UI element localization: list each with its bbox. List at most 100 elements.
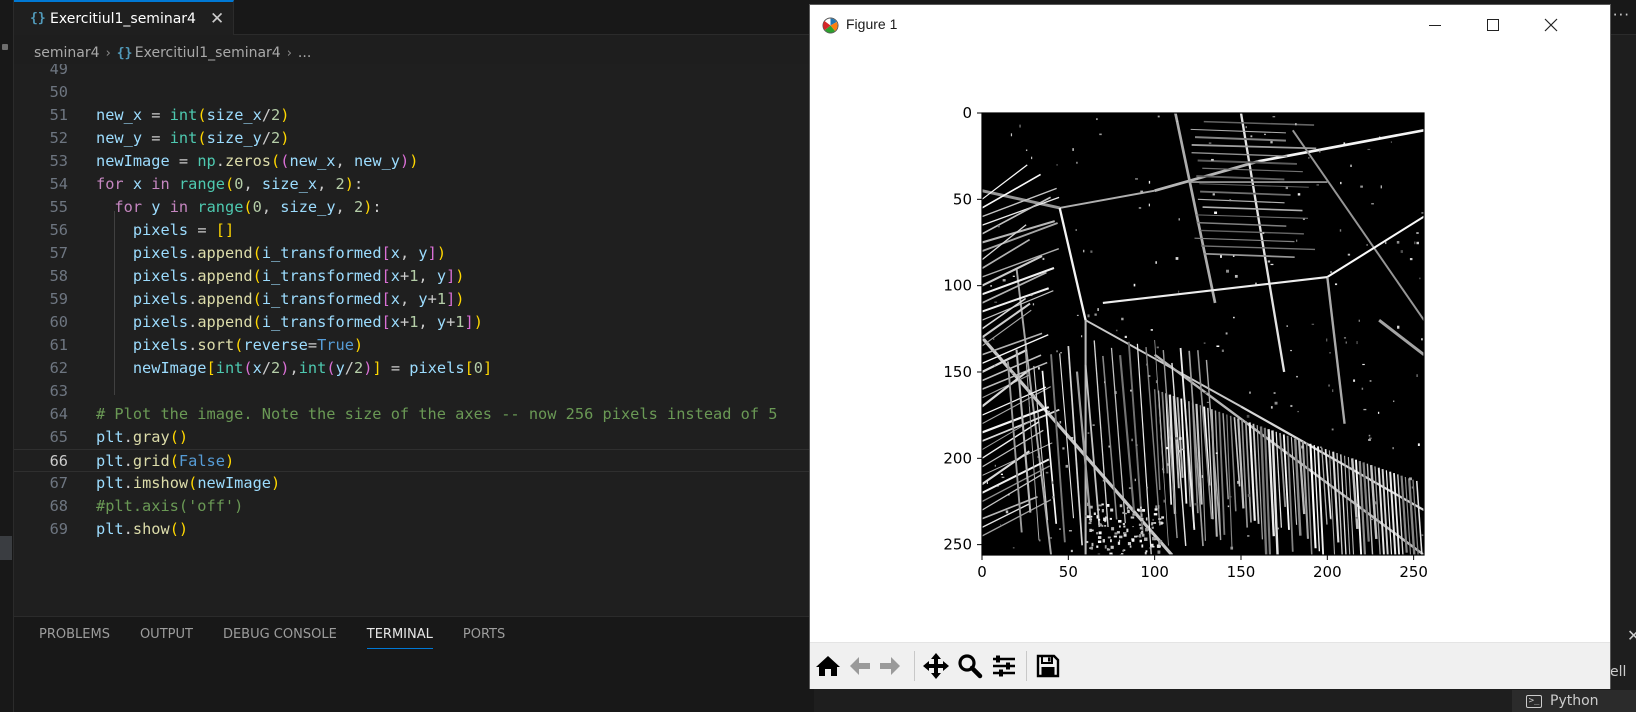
code-token: append <box>197 313 253 331</box>
edge-speck <box>1146 486 1149 489</box>
back-button[interactable] <box>844 650 876 682</box>
breadcrumb: seminar4 › {} Exercitiul1_seminar4 › ... <box>34 43 311 63</box>
code-line[interactable]: 67 plt.imshow(newImage) <box>14 472 814 495</box>
line-number: 64 <box>49 405 68 423</box>
home-button[interactable] <box>812 650 844 682</box>
edge-speck <box>1416 241 1419 245</box>
y-tick-label: 150 <box>943 363 972 381</box>
save-button[interactable] <box>1032 650 1064 682</box>
code-line[interactable]: 55 for y in range(0, size_y, 2): <box>14 196 814 219</box>
code-token: 0 <box>473 359 483 377</box>
code-token: ) <box>473 313 483 331</box>
forward-button[interactable] <box>874 650 906 682</box>
code-token: new_x <box>96 106 143 124</box>
edge-speck <box>1133 283 1136 287</box>
edge-speck <box>1390 141 1392 143</box>
edge-speck <box>1151 522 1154 525</box>
code-line[interactable]: 51 new_x = int(size_x/2) <box>14 104 814 127</box>
code-token: . <box>123 428 133 446</box>
edge-speck <box>1167 463 1170 466</box>
breadcrumb-symbol[interactable]: ... <box>298 45 311 61</box>
panel-tab-problems[interactable]: PROBLEMS <box>39 627 110 649</box>
code-token: 0 <box>252 198 262 216</box>
figure-canvas[interactable]: 0 50 100 150 200 250 0 50 100 150 200 250 <box>810 45 1610 645</box>
code-token: range <box>178 175 225 193</box>
edge-speck <box>1144 537 1148 541</box>
code-line[interactable]: 49 <box>14 64 814 81</box>
edge-speck <box>1154 508 1158 511</box>
edge-speck <box>990 285 992 287</box>
edge-speck <box>1001 476 1005 479</box>
breadcrumb-file[interactable]: Exercitiul1_seminar4 <box>135 45 281 61</box>
edge-speck <box>1368 439 1371 441</box>
code-line[interactable]: 69 plt.show() <box>14 518 814 541</box>
activity-bar-selected-item[interactable] <box>0 536 12 560</box>
edge-speck <box>1126 506 1129 510</box>
minimize-button[interactable] <box>1406 5 1464 45</box>
close-tab-icon[interactable]: ✕ <box>210 9 224 29</box>
terminal-python-item[interactable]: >_ Python <box>1512 690 1636 712</box>
code-token: new_y <box>96 129 143 147</box>
home-icon <box>816 656 840 676</box>
forward-arrow-icon <box>880 657 900 675</box>
edge-speck <box>986 481 988 484</box>
code-line[interactable]: 63 <box>14 380 814 403</box>
maximize-button[interactable] <box>1464 5 1522 45</box>
close-window-button[interactable] <box>1522 5 1580 45</box>
edge-speck <box>1225 332 1228 335</box>
code-line[interactable]: 52 new_y = int(size_y/2) <box>14 127 814 150</box>
configure-subplots-button[interactable] <box>988 650 1020 682</box>
code-line[interactable]: 65 plt.gray() <box>14 426 814 449</box>
figure-titlebar[interactable]: Figure 1 <box>810 5 1610 45</box>
panel-tab-ports[interactable]: PORTS <box>463 627 505 649</box>
code-token: . <box>188 244 198 262</box>
edge-speck <box>1139 534 1142 538</box>
edge-speck <box>1368 437 1372 440</box>
code-token: size_y <box>280 198 336 216</box>
code-line[interactable]: 60 pixels.append(i_transformed[x+1, y+1]… <box>14 311 814 334</box>
code-token: ) <box>178 428 189 446</box>
edge-speck <box>1000 473 1003 476</box>
chevron-right-icon: › <box>286 45 292 61</box>
line-number: 67 <box>49 474 68 492</box>
code-line[interactable]: 56 pixels = [] <box>14 219 814 242</box>
edge-speck <box>1090 250 1093 253</box>
line-number: 56 <box>49 221 68 239</box>
code-editor[interactable]: 49 50 51 new_x = int(size_x/2) 52 new_y = int… <box>14 64 814 616</box>
editor-tab[interactable]: {} Exercitiul1_seminar4 ✕ <box>14 0 234 35</box>
pan-button[interactable] <box>920 650 952 682</box>
code-token: True <box>317 336 354 354</box>
more-actions-icon[interactable]: ··· <box>1613 6 1630 24</box>
code-line[interactable]: 61 pixels.sort(reverse=True) <box>14 334 814 357</box>
edge-speck <box>1366 244 1368 246</box>
terminal-partial-label: ell <box>1610 664 1627 680</box>
code-line[interactable]: 57 pixels.append(i_transformed[x, y]) <box>14 242 814 265</box>
edge-speck <box>995 355 998 358</box>
code-line[interactable]: 64 # Plot the image. Note the size of the… <box>14 403 814 426</box>
code-line[interactable]: 68 #plt.axis('off') <box>14 495 814 518</box>
edge-speck <box>1329 352 1331 354</box>
code-line[interactable]: 53 newImage = np.zeros((new_x, new_y)) <box>14 150 814 173</box>
code-line[interactable]: 54 for x in range(0, size_x, 2): <box>14 173 814 196</box>
panel-tab-output[interactable]: OUTPUT <box>140 627 193 649</box>
code-line[interactable]: 58 pixels.append(i_transformed[x+1, y]) <box>14 265 814 288</box>
edge-speck <box>1042 257 1045 261</box>
zoom-button[interactable] <box>954 650 986 682</box>
edge-speck <box>1122 511 1126 514</box>
code-line[interactable]: 66 plt.grid(False) <box>14 449 814 472</box>
panel-tab-debug-console[interactable]: DEBUG CONSOLE <box>223 627 337 649</box>
code-line[interactable]: 62 newImage[int(x/2),int(y/2)] = pixels[… <box>14 357 814 380</box>
edge-speck <box>1270 406 1273 409</box>
edge-speck <box>1201 475 1203 478</box>
code-token: ) <box>344 175 354 193</box>
edge-speck <box>1178 218 1180 221</box>
close-panel-icon[interactable]: ✕ <box>1627 626 1636 645</box>
edge-speck <box>1227 505 1230 508</box>
breadcrumb-folder[interactable]: seminar4 <box>34 45 100 61</box>
code-token: , <box>335 198 354 216</box>
code-line[interactable]: 50 <box>14 81 814 104</box>
edge-speck <box>1052 496 1055 499</box>
panel-tab-terminal[interactable]: TERMINAL <box>366 627 433 649</box>
code-line[interactable]: 59 pixels.append(i_transformed[x, y+1]) <box>14 288 814 311</box>
